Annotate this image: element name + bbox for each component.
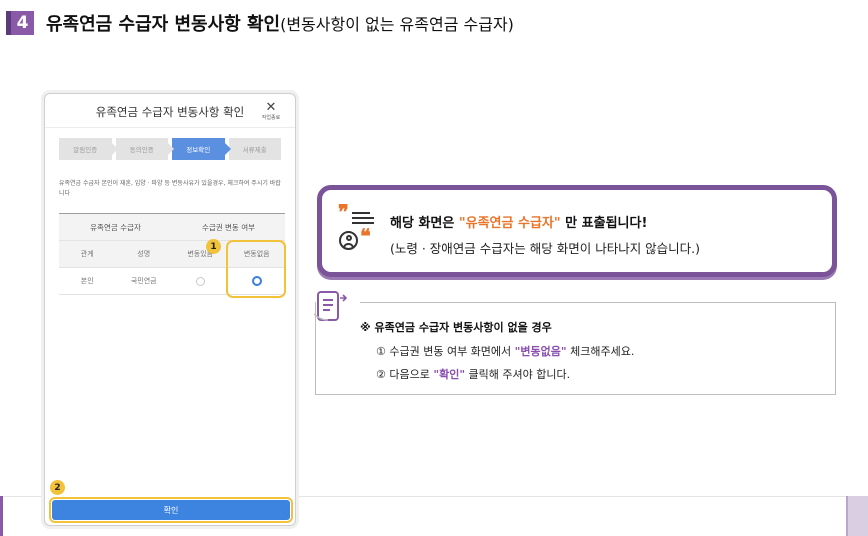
callout-subtext: (노령 · 장애연금 수급자는 해당 화면이 나타나지 않습니다.) [390, 241, 701, 256]
callout-headline: 해당 화면은 "유족연금 수급자" 만 표출됩니다! [390, 216, 648, 231]
highlight-confirm-button: 확인 [49, 497, 293, 523]
callout-badge-2: 2 [50, 480, 65, 495]
radio-changed[interactable] [195, 276, 205, 286]
step-tab-2: 동의인증 [115, 138, 174, 160]
cell-relation: 본인 [80, 277, 94, 285]
step-progress: 알림인증 동의인증 정보확인 서류제출 [59, 138, 285, 160]
close-button[interactable]: ✕ 작업종료 [259, 100, 283, 121]
step-tab-3: 정보확인 [172, 138, 230, 160]
screen-title: 유족연금 수급자 변동사항 확인 [95, 105, 245, 119]
section-subtitle: (변동사항이 없는 유족연금 수급자) [280, 15, 514, 34]
callout-badge-1: 1 [206, 239, 221, 254]
confirm-button[interactable]: 확인 [52, 500, 290, 520]
close-label: 작업종료 [261, 115, 281, 121]
title-divider [45, 127, 295, 128]
notice-text: 유족연금 수급자 본인이 재혼, 입양 · 파양 등 변동사유가 있을경우, 체… [59, 180, 281, 197]
cell-changed[interactable] [172, 268, 229, 294]
info-callout: ❞ ❝ 해당 화면은 "유족연금 수급자" 만 표출됩니다! (노령 · 장애연… [317, 185, 837, 277]
phone-screen: 유족연금 수급자 변동사항 확인 ✕ 작업종료 알림인증 동의인증 정보확인 서… [44, 93, 296, 526]
section-title: 유족연금 수급자 변동사항 확인 [46, 14, 281, 35]
quote-mark-icon: ❝ [360, 224, 371, 248]
step-tab-1: 알림인증 [59, 138, 117, 160]
section-header: 4 유족연금 수급자 변동사항 확인 (변동사항이 없는 유족연금 수급자) [6, 8, 514, 38]
instruction-item-1: ① 수급권 변동 여부 화면에서 "변동없음" 체크해주세요. [376, 345, 635, 358]
person-icon [339, 231, 358, 250]
page-edge-right [846, 496, 868, 536]
col-header-name: 성명 [115, 241, 172, 267]
group-header-change: 수급권 변동 여부 [172, 214, 285, 240]
page-edge-left [0, 496, 3, 536]
step-number-badge: 4 [6, 11, 34, 35]
group-header-recipient: 유족연금 수급자 [59, 214, 172, 240]
highlight-unchanged-column [226, 240, 286, 298]
cell-name: 국민연금 [130, 277, 157, 285]
col-header-relation: 관계 [59, 241, 116, 267]
instruction-title: ※ 유족연금 수급자 변동사항이 없을 경우 [360, 321, 552, 334]
table-group-header-row: 유족연금 수급자 수급권 변동 여부 [59, 214, 285, 241]
close-icon: ✕ [265, 100, 277, 115]
step-tab-4: 서류제출 [228, 138, 281, 160]
quote-icon: ❞ [338, 200, 374, 226]
instruction-box: ※ 유족연금 수급자 변동사항이 없을 경우 ① 수급권 변동 여부 화면에서 … [315, 302, 836, 395]
instruction-item-2: ② 다음으로 "확인" 클릭해 주셔야 합니다. [376, 368, 571, 381]
